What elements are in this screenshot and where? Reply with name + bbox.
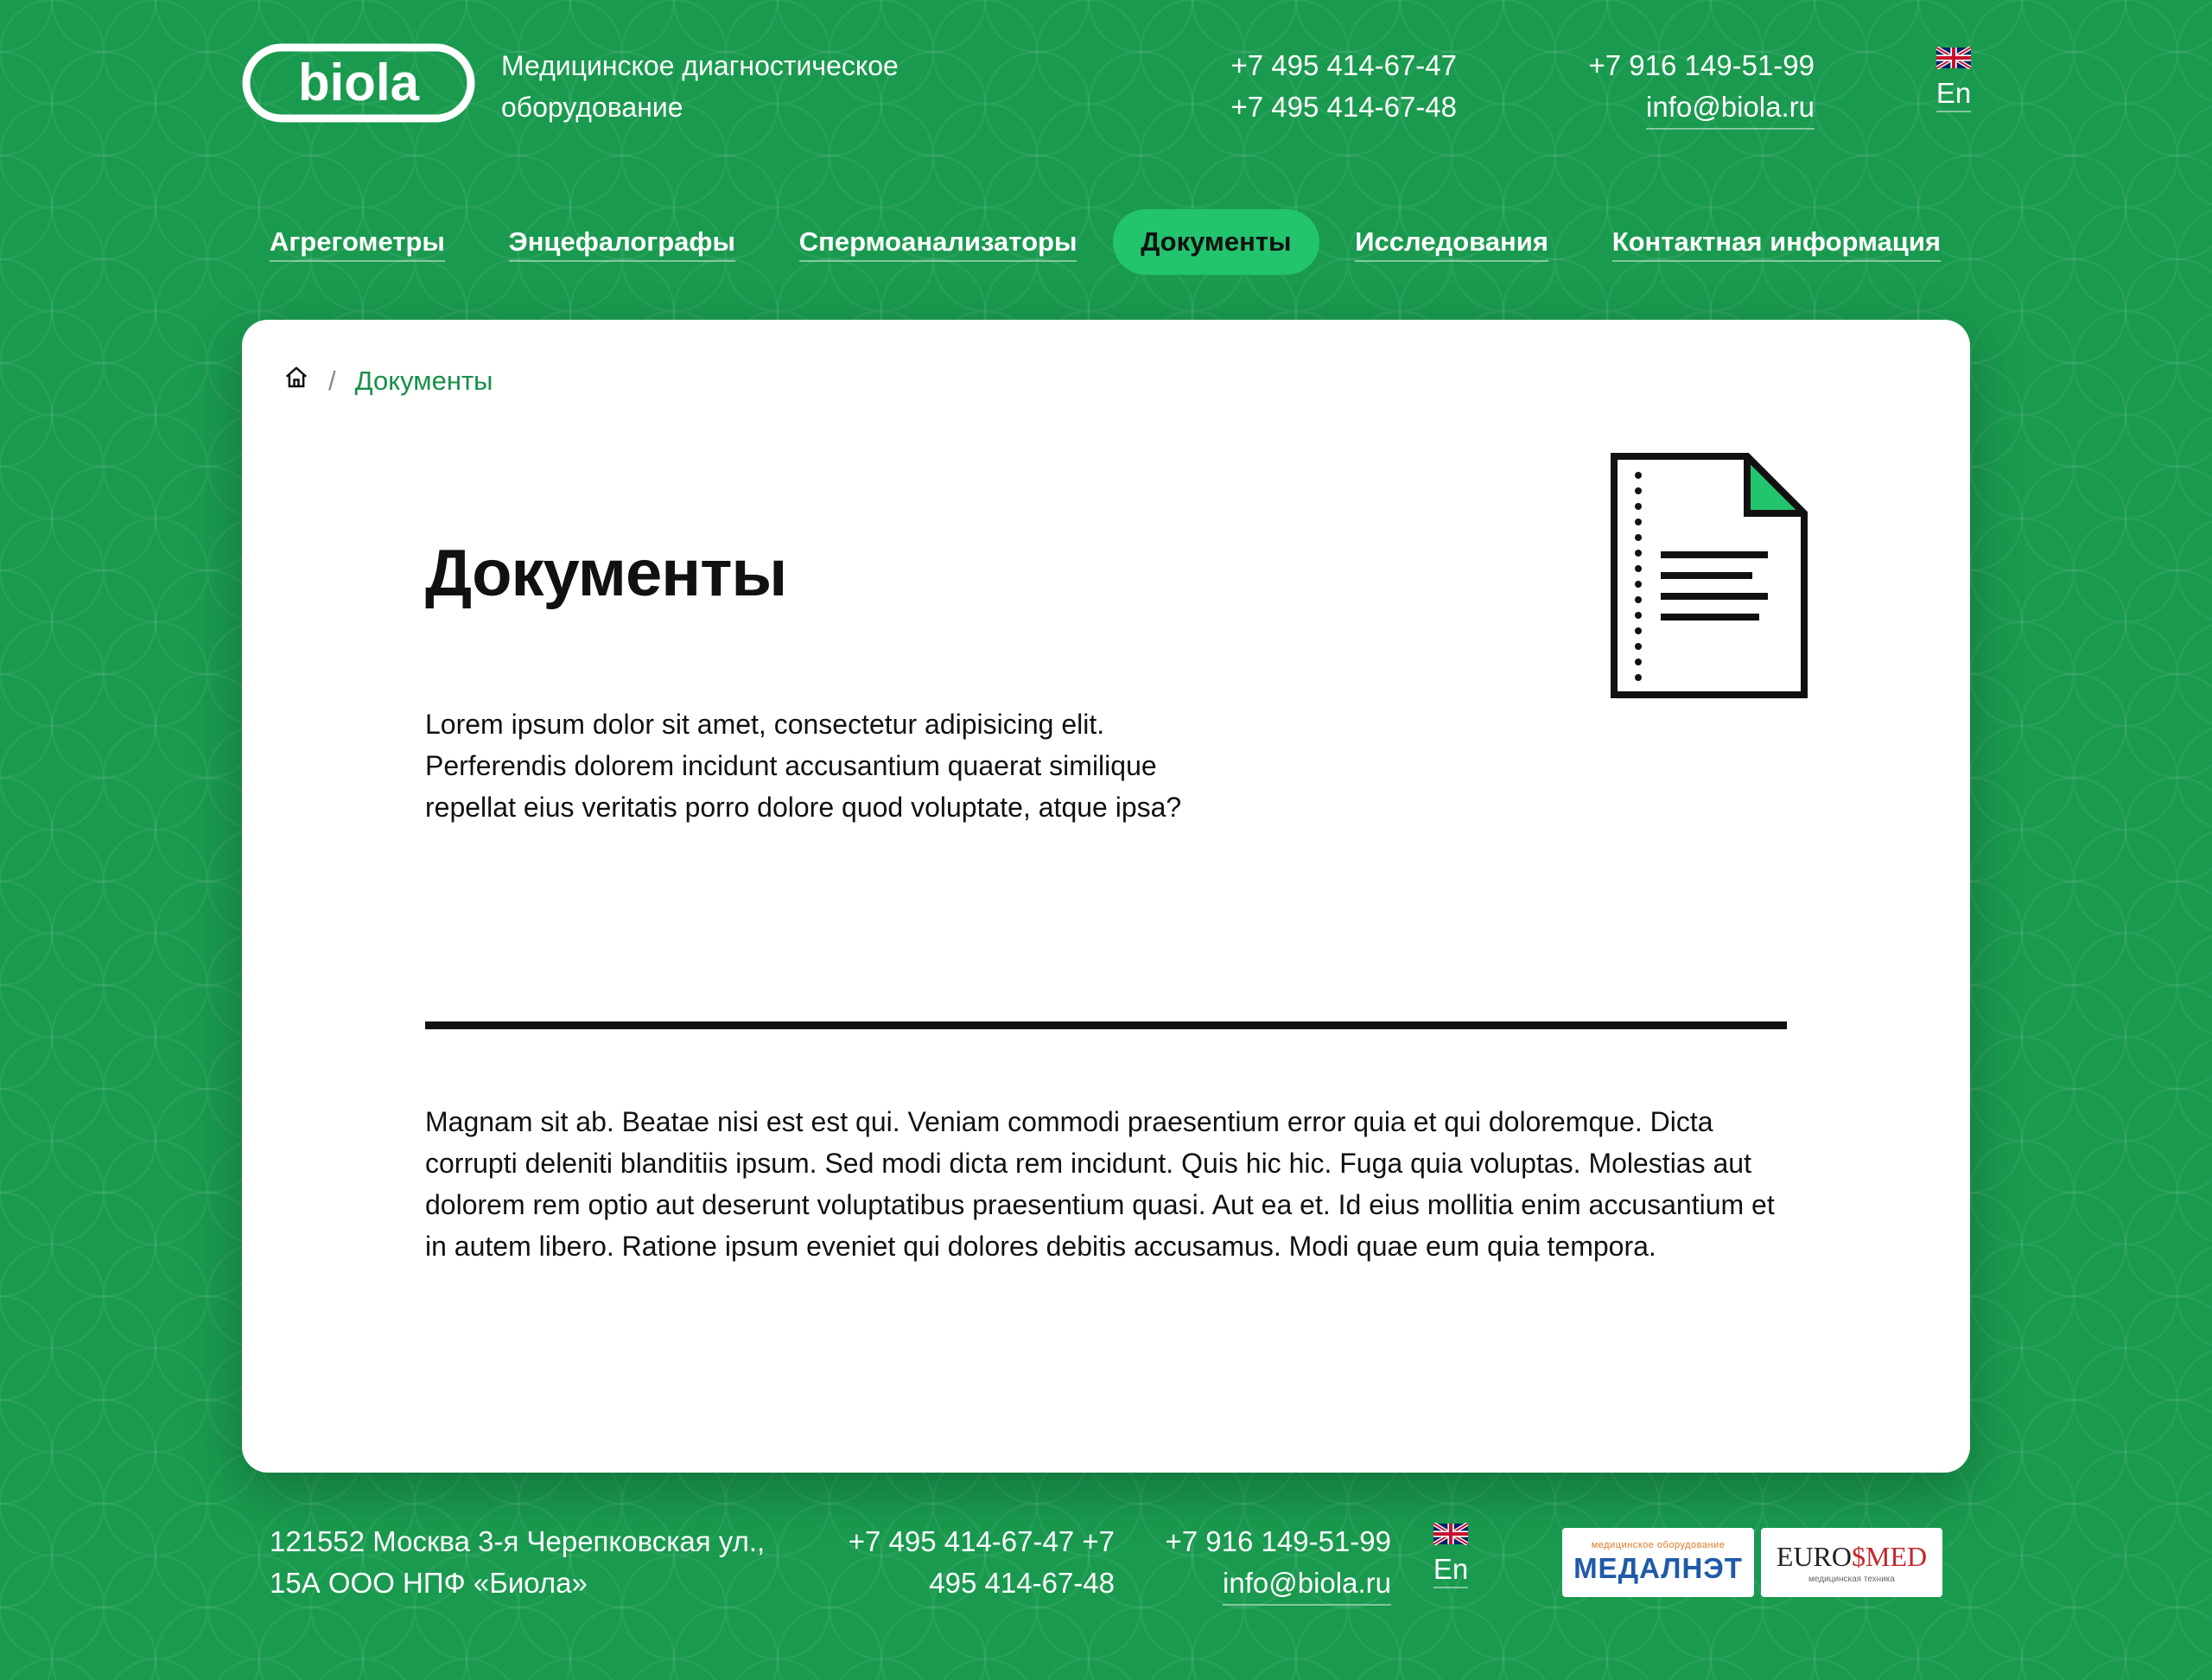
breadcrumb: / Документы <box>283 365 493 398</box>
euromed-name-part2: MED <box>1866 1541 1928 1572</box>
breadcrumb-home-link[interactable] <box>283 365 309 398</box>
document-icon <box>1611 453 1808 698</box>
tagline-line2: оборудование <box>501 92 683 123</box>
site-header: biola Медицинское диагностическое оборуд… <box>0 0 2212 311</box>
nav-label: Документы <box>1141 226 1292 257</box>
nav-item-encephalographs[interactable]: Энцефалографы <box>481 209 763 275</box>
uk-flag-icon <box>1936 47 1971 69</box>
euromed-symbol: $ <box>1852 1541 1866 1572</box>
site-tagline: Медицинское диагностическое оборудование <box>501 45 985 128</box>
breadcrumb-separator: / <box>328 366 336 396</box>
intro-text: Lorem ipsum dolor sit amet, consectetur … <box>425 709 1182 823</box>
header-email-link[interactable]: info@biola.ru <box>1646 86 1815 130</box>
nav-item-research[interactable]: Исследования <box>1327 209 1576 275</box>
footer-address: 121552 Москва 3-я Черепковская ул., 15А … <box>270 1521 805 1604</box>
page-title: Документы <box>425 537 787 610</box>
euromed-name: EURO$MED <box>1777 1541 1927 1573</box>
footer-phone-3[interactable]: +7 916 149-51-99 <box>1166 1525 1391 1557</box>
footer-contacts: +7 916 149-51-99 info@biola.ru <box>1149 1521 1391 1606</box>
nav-item-sperm-analyzers[interactable]: Спермоанализаторы <box>772 209 1105 275</box>
header-phone-2[interactable]: +7 495 414-67-48 <box>1231 91 1457 123</box>
partner-medalnet-logo[interactable]: медицинское оборудование МЕДАЛНЭТ <box>1562 1528 1754 1597</box>
header-phones: +7 495 414-67-47 +7 495 414-67-48 <box>1192 45 1457 128</box>
euromed-name-part1: EURO <box>1776 1541 1852 1572</box>
logo-text: biola <box>298 54 420 111</box>
nav-label: Спермоанализаторы <box>798 226 1077 262</box>
footer-phone-1[interactable]: +7 495 414-67-47 <box>849 1525 1074 1557</box>
medalnet-caption: медицинское оборудование <box>1591 1540 1726 1550</box>
nav-label: Исследования <box>1355 226 1548 262</box>
nav-label: Контактная информация <box>1611 226 1941 262</box>
home-icon <box>285 366 308 388</box>
nav-label: Агрегометры <box>270 226 445 262</box>
main-nav: Агрегометры Энцефалографы Спермоанализат… <box>242 206 1968 278</box>
header-phone-3[interactable]: +7 916 149-51-99 <box>1589 49 1815 81</box>
nav-label: Энцефалографы <box>508 226 735 262</box>
header-phone-1[interactable]: +7 495 414-67-47 <box>1231 49 1457 81</box>
footer-email-link[interactable]: info@biola.ru <box>1223 1562 1391 1606</box>
body-text: Magnam sit ab. Beatae nisi est est qui. … <box>425 1106 1775 1262</box>
uk-flag-icon <box>1433 1523 1468 1545</box>
nav-item-contacts[interactable]: Контактная информация <box>1585 209 1968 275</box>
nav-item-documents[interactable]: Документы <box>1113 209 1319 275</box>
language-label: En <box>1936 76 1972 112</box>
section-divider <box>425 1021 1787 1029</box>
content-card: / Документы Документы Lorem ipsum dolor … <box>242 320 1970 1473</box>
nav-item-aggregometers[interactable]: Агрегометры <box>242 209 473 275</box>
footer-address-line2: 15А ООО НПФ «Биола» <box>270 1567 588 1599</box>
breadcrumb-current: Документы <box>354 366 493 396</box>
site-footer: 121552 Москва 3-я Черепковская ул., 15А … <box>0 1473 2212 1680</box>
footer-address-line1: 121552 Москва 3-я Черепковская ул., <box>270 1525 766 1557</box>
partner-euromed-logo[interactable]: EURO$MED медицинская техника <box>1761 1528 1942 1597</box>
biola-logo[interactable]: biola <box>242 43 475 123</box>
footer-language-label: En <box>1433 1552 1469 1588</box>
tagline-line1: Медицинское диагностическое <box>501 50 899 81</box>
footer-phones: +7 495 414-67-47 +7 495 414-67-48 <box>847 1521 1115 1604</box>
medalnet-name: МЕДАЛНЭТ <box>1573 1552 1743 1584</box>
header-contacts: +7 916 149-51-99 info@biola.ru <box>1538 45 1815 130</box>
euromed-caption: медицинская техника <box>1808 1575 1895 1584</box>
language-switch[interactable]: En <box>1934 47 1974 112</box>
footer-language-switch[interactable]: En <box>1431 1523 1471 1588</box>
